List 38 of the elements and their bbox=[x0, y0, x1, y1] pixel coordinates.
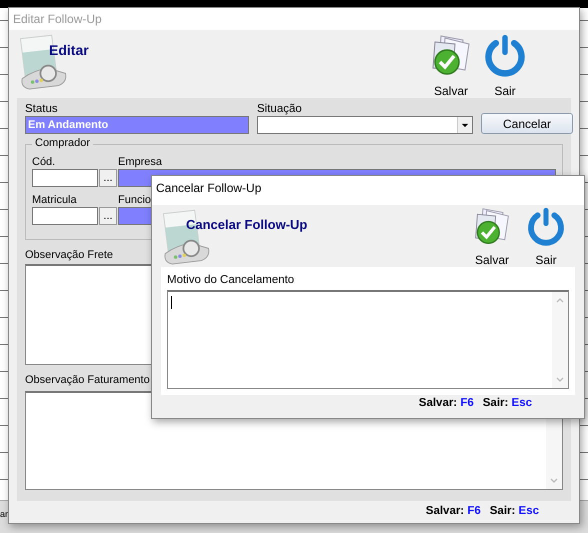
power-icon bbox=[483, 34, 527, 78]
lookup-button[interactable]: ... bbox=[99, 207, 117, 225]
shortcut-hint: Salvar: F6 bbox=[426, 505, 481, 517]
field-label: Observação Frete bbox=[25, 248, 114, 262]
dropdown-arrow-icon[interactable] bbox=[461, 122, 469, 128]
shortcut-hint: Sair: Esc bbox=[490, 505, 539, 517]
field-label: Empresa bbox=[118, 155, 164, 169]
lookup-button[interactable]: ... bbox=[99, 169, 117, 187]
save-button[interactable]: Salvar bbox=[427, 34, 475, 98]
window-title: Editar Follow-Up bbox=[9, 8, 579, 30]
scrollbar[interactable] bbox=[552, 292, 568, 388]
background-text: ar bbox=[0, 509, 8, 519]
field-label: Situação bbox=[257, 102, 303, 116]
exit-button[interactable]: Sair bbox=[481, 34, 529, 98]
field-label: Status bbox=[25, 102, 59, 116]
header-title: Cancelar Follow-Up bbox=[186, 217, 308, 232]
text-area[interactable] bbox=[167, 290, 569, 389]
check-documents-icon bbox=[472, 207, 512, 247]
cancel-button[interactable]: Cancelar bbox=[481, 113, 573, 134]
scroll-down-icon[interactable] bbox=[555, 376, 565, 384]
field-label: Matricula bbox=[32, 193, 78, 207]
shortcut-hint: Salvar: F6 bbox=[418, 397, 474, 409]
power-icon bbox=[526, 207, 566, 247]
code-field[interactable] bbox=[32, 169, 98, 187]
field-label: Observação Faturamento bbox=[25, 373, 150, 387]
window-title: Cancelar Follow-Up bbox=[152, 176, 584, 205]
field-label: Motivo do Cancelamento bbox=[167, 273, 296, 287]
scroll-up-icon[interactable] bbox=[555, 296, 565, 304]
field-label: Funcio bbox=[118, 193, 152, 207]
save-button[interactable]: Salvar bbox=[468, 207, 516, 267]
exit-button[interactable]: Sair bbox=[522, 207, 570, 267]
field-label: Cód. bbox=[32, 155, 56, 169]
shortcut-hint: Sair: Esc bbox=[482, 397, 532, 409]
group-title: Comprador bbox=[32, 137, 94, 149]
situation-dropdown[interactable] bbox=[257, 116, 473, 134]
header-title: Editar bbox=[49, 42, 89, 58]
code-field[interactable] bbox=[32, 207, 98, 225]
scroll-down-icon[interactable] bbox=[549, 477, 559, 485]
